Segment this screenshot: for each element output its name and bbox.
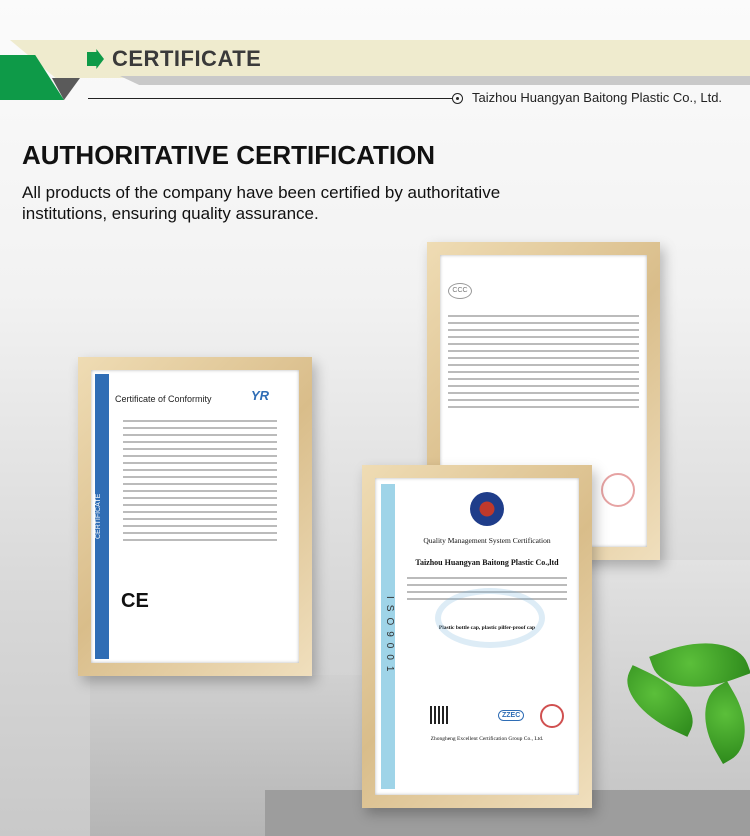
company-name: Taizhou Huangyan Baitong Plastic Co., Lt… xyxy=(472,90,723,105)
side-strip: CERTIFICATE xyxy=(95,374,109,659)
target-dot-icon xyxy=(452,93,463,104)
red-seal xyxy=(601,473,635,507)
iso-issuer: Zhongheng Excellent Certification Group … xyxy=(430,736,544,742)
qr-code xyxy=(430,706,448,724)
ce-certificate-frame: CERTIFICATE Certificate of Conformity YR… xyxy=(78,357,312,676)
iso-title: Quality Management System Certification xyxy=(423,536,551,545)
page-title: AUTHORITATIVE CERTIFICATION xyxy=(22,140,436,170)
page-subtitle: All products of the company have been ce… xyxy=(22,183,501,223)
header-strip xyxy=(120,76,750,85)
certification-emblem xyxy=(470,492,504,526)
ce-title: Certificate of Conformity xyxy=(115,394,212,404)
zzec-logo: ZZEC xyxy=(498,710,525,721)
divider xyxy=(88,98,452,99)
section-title: CERTIFICATE xyxy=(112,46,262,71)
iso-certificate-frame: ISO9001 Quality Management System Certif… xyxy=(362,465,592,808)
ce-mark: CE xyxy=(121,590,149,612)
red-seal xyxy=(540,704,564,728)
watermark xyxy=(435,588,545,648)
iso-side-strip: ISO9001 xyxy=(381,484,395,789)
iso-company: Taizhou Huangyan Baitong Plastic Co.,ltd xyxy=(415,558,559,567)
yr-logo: YR xyxy=(251,388,270,403)
ccc-logo: CCC xyxy=(448,283,472,299)
